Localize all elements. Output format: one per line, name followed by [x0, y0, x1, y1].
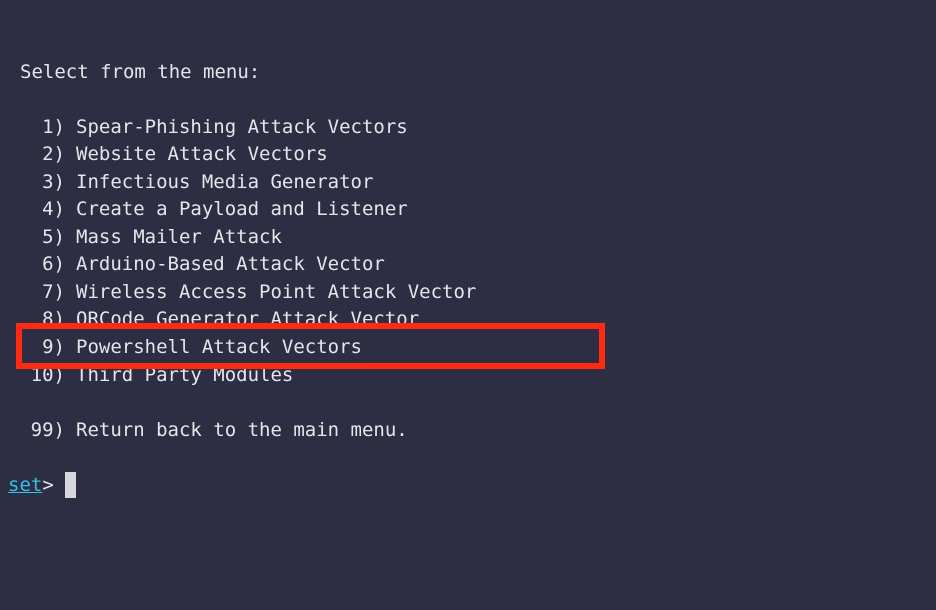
menu-item-number: 4) [42, 198, 65, 220]
menu-item-label: Website Attack Vectors [76, 143, 328, 165]
menu-item-number: 5) [42, 226, 65, 248]
menu-item-label: QRCode Generator Attack Vector [76, 308, 420, 330]
text-cursor[interactable] [65, 472, 76, 498]
menu-item-number: 99) [30, 419, 65, 441]
menu-item-5[interactable]: 5) Mass Mailer Attack [0, 226, 282, 248]
menu-item-number: 6) [42, 253, 65, 275]
menu-item-8[interactable]: 8) QRCode Generator Attack Vector [0, 308, 419, 330]
menu-item-label: Spear-Phishing Attack Vectors [76, 116, 408, 138]
menu-item-number: 10) [30, 364, 65, 386]
menu-item-label: Arduino-Based Attack Vector [76, 253, 385, 275]
menu-item-number: 7) [42, 281, 65, 303]
menu-item-label: Wireless Access Point Attack Vector [76, 281, 477, 303]
menu-item-number: 9) [42, 336, 65, 358]
menu-item-label: Create a Payload and Listener [76, 198, 408, 220]
menu-item-label: Return back to the main menu. [76, 419, 408, 441]
prompt-symbol: > [42, 474, 54, 496]
menu-item-6[interactable]: 6) Arduino-Based Attack Vector [0, 253, 385, 275]
menu-item-99[interactable]: 99) Return back to the main menu. [0, 419, 408, 441]
menu-item-number: 1) [42, 116, 65, 138]
menu-item-10[interactable]: 10) Third Party Modules [0, 364, 294, 386]
command-prompt: set> [8, 474, 54, 496]
menu-header: Select from the menu: [20, 61, 261, 83]
menu-item-9[interactable]: 9) Powershell Attack Vectors [0, 336, 362, 358]
prompt-name: set [8, 474, 43, 496]
menu-item-label: Mass Mailer Attack [76, 226, 282, 248]
menu-item-label: Infectious Media Generator [76, 171, 374, 193]
menu-item-7[interactable]: 7) Wireless Access Point Attack Vector [0, 281, 476, 303]
menu-item-number: 3) [42, 171, 65, 193]
menu-item-3[interactable]: 3) Infectious Media Generator [0, 171, 373, 193]
menu-item-4[interactable]: 4) Create a Payload and Listener [0, 198, 408, 220]
menu-item-number: 2) [42, 143, 65, 165]
menu-item-label: Powershell Attack Vectors [76, 336, 362, 358]
menu-item-label: Third Party Modules [76, 364, 294, 386]
menu-item-1[interactable]: 1) Spear-Phishing Attack Vectors [0, 116, 408, 138]
menu-item-2[interactable]: 2) Website Attack Vectors [0, 143, 328, 165]
menu-item-number: 8) [42, 308, 65, 330]
